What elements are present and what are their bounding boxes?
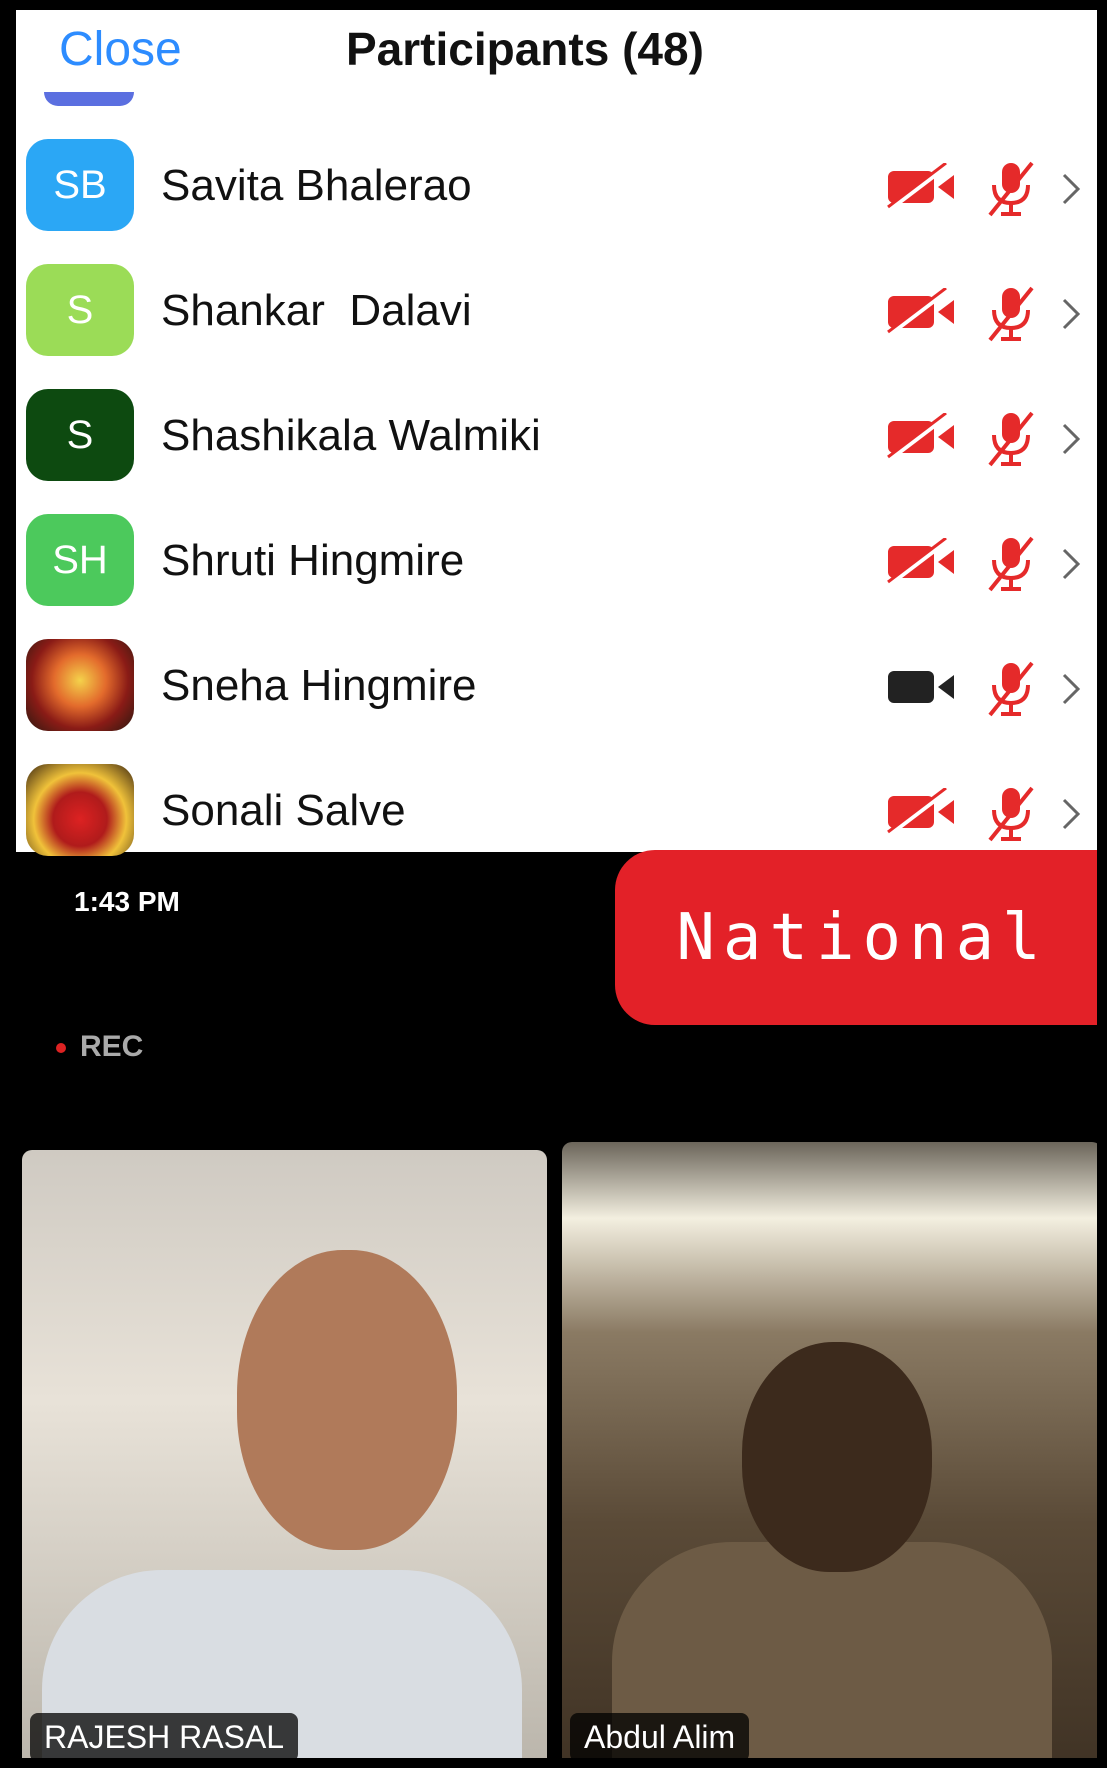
participant-name: Shankar Dalavi — [161, 286, 472, 335]
mic-muted-icon — [988, 786, 1034, 842]
video-camera-icon — [888, 671, 954, 703]
app-window: Close Participants (48) SB Savita Bhalera… — [0, 0, 1107, 1768]
chevron-right-icon[interactable] — [1058, 294, 1084, 334]
participant-status-icons — [886, 284, 1096, 344]
close-button[interactable]: Close — [59, 22, 182, 77]
participant-status-icons — [886, 159, 1096, 219]
participant-row[interactable]: S Shashikala Walmiki — [16, 375, 1097, 500]
video-off-icon — [887, 788, 954, 836]
previous-avatar-partial — [44, 92, 134, 106]
participant-name: Sonali Salve — [161, 786, 406, 835]
participant-status-icons — [886, 784, 1096, 844]
video-name-label: RAJESH RASAL — [30, 1713, 299, 1758]
panel-header: Close Participants (48) — [16, 10, 1097, 90]
mic-muted-icon — [988, 411, 1034, 467]
video-tile-abdul-alim[interactable]: Abdul Alim — [562, 1142, 1097, 1758]
participant-name: Savita Bhalerao — [161, 161, 472, 210]
chevron-right-icon[interactable] — [1058, 794, 1084, 834]
chevron-right-icon[interactable] — [1058, 544, 1084, 584]
participant-row[interactable]: S Shankar Dalavi — [16, 250, 1097, 375]
chevron-right-icon[interactable] — [1058, 669, 1084, 709]
avatar — [26, 639, 134, 731]
participant-name: Shashikala Walmiki — [161, 411, 541, 460]
participant-status-icons — [886, 409, 1096, 469]
participant-row[interactable]: SB Savita Bhalerao — [16, 125, 1097, 250]
video-off-icon — [887, 288, 954, 336]
panel-title: Participants (48) — [346, 23, 704, 75]
rec-label: REC — [80, 1030, 144, 1063]
video-name-label: Abdul Alim — [570, 1713, 750, 1758]
avatar: S — [26, 389, 134, 481]
mic-muted-icon — [988, 661, 1034, 717]
video-off-icon — [887, 163, 954, 211]
person-head — [742, 1342, 932, 1572]
mic-muted-icon — [988, 161, 1034, 217]
record-dot-icon — [56, 1043, 66, 1054]
participant-status-icons — [886, 659, 1096, 719]
participant-name: Sneha Hingmire — [161, 661, 477, 710]
chevron-right-icon[interactable] — [1058, 169, 1084, 209]
video-off-icon — [887, 413, 954, 461]
avatar: SB — [26, 139, 134, 231]
mic-muted-icon — [988, 536, 1034, 592]
recording-indicator: REC — [56, 1030, 143, 1064]
avatar: SH — [26, 514, 134, 606]
chevron-right-icon[interactable] — [1058, 419, 1084, 459]
participant-row[interactable]: Sneha Hingmire — [16, 625, 1097, 750]
participants-panel: Close Participants (48) SB Savita Bhalera… — [16, 10, 1097, 856]
mic-muted-icon — [988, 286, 1034, 342]
avatar — [26, 764, 134, 856]
clock-time: 1:43 PM — [74, 886, 180, 917]
national-banner-text: National — [676, 900, 1049, 975]
participant-status-icons — [886, 534, 1096, 594]
video-off-icon — [887, 538, 954, 586]
avatar: S — [26, 264, 134, 356]
participant-list: SB Savita Bhalerao S Shankar Dalavi S Shashik… — [16, 125, 1097, 875]
national-banner: National — [615, 850, 1097, 1025]
participant-name: Shruti Hingmire — [161, 536, 465, 585]
participant-row[interactable]: SH Shruti Hingmire — [16, 500, 1097, 625]
video-tile-rajesh-rasal[interactable]: RAJESH RASAL — [22, 1150, 547, 1758]
person-head — [237, 1250, 457, 1550]
